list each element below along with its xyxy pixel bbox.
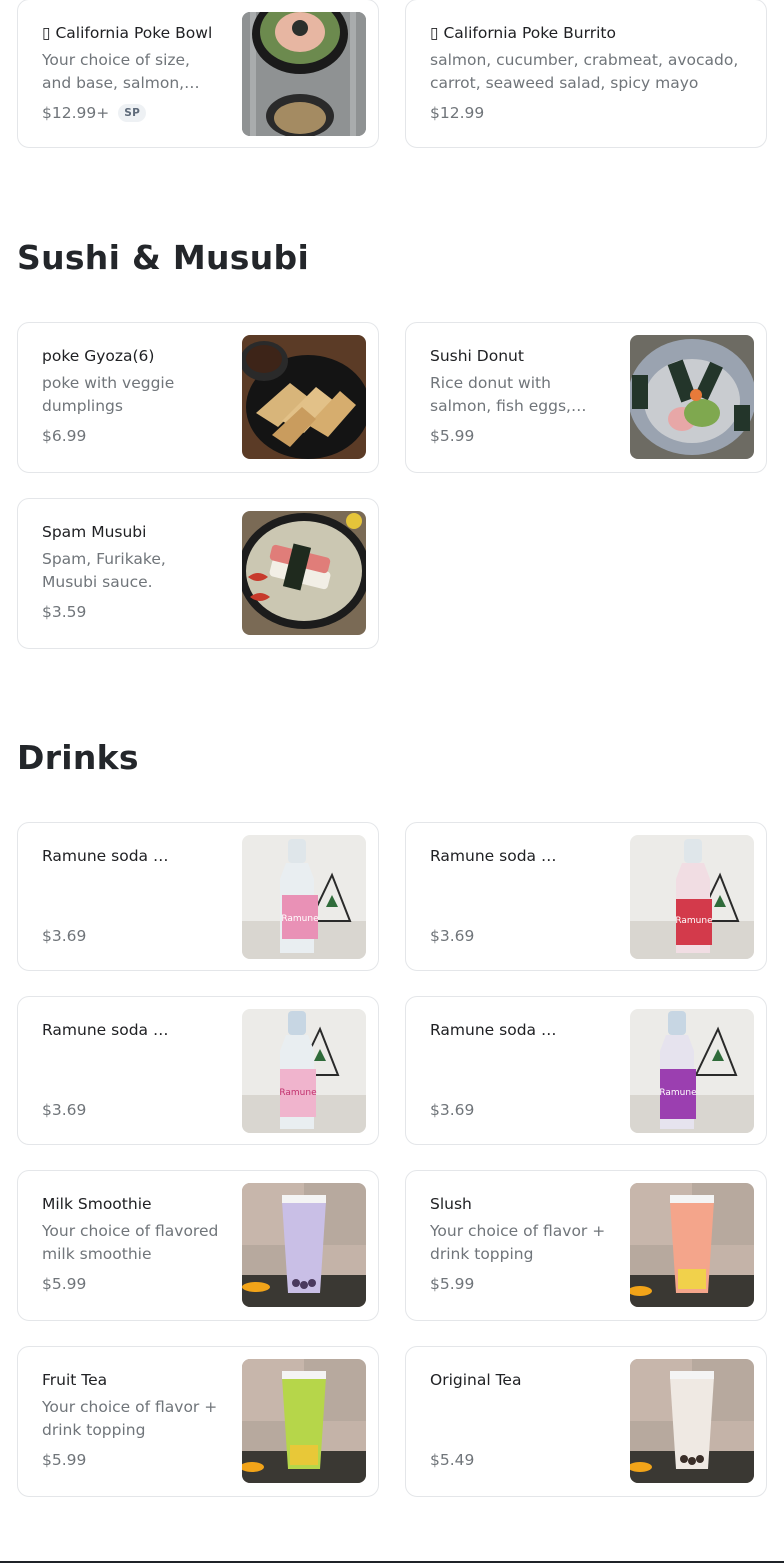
item-name: Original Tea <box>430 1371 522 1389</box>
item-price-row: $3.69 <box>42 926 86 946</box>
item-price-row: $3.69 <box>430 1100 474 1120</box>
item-name: Ramune soda Peach <box>42 847 172 865</box>
item-name: Ramune soda Strawberry <box>430 847 560 865</box>
item-price: $5.99 <box>430 1275 475 1293</box>
item-description: Your choice of size, and base, salmon, t… <box>42 51 190 92</box>
item-image <box>242 12 366 136</box>
item-description: salmon, cucumber, crabmeat, avocado, car… <box>430 51 739 92</box>
menu-item-card[interactable]: Ramune soda Peach $3.69 Ramune <box>17 822 379 971</box>
item-image <box>242 1183 366 1307</box>
item-price-row: $3.69 <box>42 1100 86 1120</box>
item-price: $3.69 <box>430 927 475 945</box>
item-price-row: $3.69 <box>430 926 474 946</box>
item-price: $12.99+ <box>42 104 110 122</box>
item-price: $3.69 <box>42 1101 87 1119</box>
item-name: Milk Smoothie <box>42 1195 152 1213</box>
menu-item-card[interactable]: Spam Musubi Spam, Furikake, Musubi sauce… <box>17 498 379 649</box>
item-description: Your choice of flavor + drink topping <box>430 1222 606 1263</box>
item-name: Fruit Tea <box>42 1371 108 1389</box>
svg-text:Ramune: Ramune <box>281 914 319 924</box>
item-name: Ramune soda Lychee <box>42 1021 172 1039</box>
item-price: $5.99 <box>42 1275 87 1293</box>
item-image <box>242 511 366 635</box>
item-price-row: $5.99 <box>42 1450 86 1470</box>
item-image <box>242 335 366 459</box>
item-name: Spam Musubi <box>42 523 147 541</box>
item-name: Ramune soda Grape <box>430 1021 560 1039</box>
svg-text:Ramune: Ramune <box>659 1088 697 1098</box>
item-price: $5.99 <box>430 427 475 445</box>
item-image <box>242 1359 366 1483</box>
item-price-row: $3.59 <box>42 602 86 622</box>
item-price-row: $5.99 <box>430 1274 474 1294</box>
svg-text:Ramune: Ramune <box>279 1088 317 1098</box>
item-description: Rice donut with salmon, fish eggs, avoca… <box>430 374 571 415</box>
item-price: $5.99 <box>42 1451 87 1469</box>
menu-item-card[interactable]: Ramune soda Strawberry $3.69 Ramune <box>405 822 767 971</box>
item-price-row: $5.99 <box>42 1274 86 1294</box>
menu-item-card[interactable]: Slush Your choice of flavor + drink topp… <box>405 1170 767 1321</box>
item-price: $12.99 <box>430 104 485 122</box>
item-image: Ramune <box>630 835 754 959</box>
item-description: poke with veggie dumplings <box>42 374 175 415</box>
item-price: $3.69 <box>42 927 87 945</box>
item-name: ▯ California Poke Bowl <box>42 24 213 42</box>
item-price-row: $5.49 <box>430 1450 474 1470</box>
section-title: Drinks <box>17 738 139 777</box>
menu-item-card[interactable]: Milk Smoothie Your choice of flavored mi… <box>17 1170 379 1321</box>
item-price: $3.69 <box>430 1101 475 1119</box>
item-price: $5.49 <box>430 1451 475 1469</box>
item-price-row: $6.99 <box>42 426 86 446</box>
item-price-row: $5.99 <box>430 426 474 446</box>
item-description: Your choice of flavored milk smoothie <box>42 1222 219 1263</box>
menu-item-card[interactable]: ▯ California Poke Bowl Your choice of si… <box>17 0 379 148</box>
item-name: Slush <box>430 1195 472 1213</box>
item-price-row: $12.99+ SP <box>42 103 147 123</box>
menu-item-card[interactable]: Fruit Tea Your choice of flavor + drink … <box>17 1346 379 1497</box>
item-name: ▯ California Poke Burrito <box>430 24 616 42</box>
item-image: Ramune <box>242 835 366 959</box>
menu-item-card[interactable]: ▯ California Poke Burrito salmon, cucumb… <box>405 0 767 148</box>
item-image: Ramune <box>242 1009 366 1133</box>
item-description: Your choice of flavor + drink topping <box>42 1398 218 1439</box>
item-name: poke Gyoza(6) <box>42 347 155 365</box>
section-title: Sushi & Musubi <box>17 238 310 277</box>
menu-item-card[interactable]: poke Gyoza(6) poke with veggie dumplings… <box>17 322 379 473</box>
item-image: Ramune <box>630 1009 754 1133</box>
item-name: Sushi Donut <box>430 347 524 365</box>
sp-badge: SP <box>118 104 147 122</box>
menu-item-card[interactable]: Sushi Donut Rice donut with salmon, fish… <box>405 322 767 473</box>
item-image <box>630 1359 754 1483</box>
bottom-divider <box>0 1561 784 1563</box>
item-price: $3.59 <box>42 603 87 621</box>
menu-item-card[interactable]: Ramune soda Lychee $3.69 Ramune <box>17 996 379 1145</box>
item-image <box>630 1183 754 1307</box>
item-description: Spam, Furikake, Musubi sauce. <box>42 550 166 591</box>
item-price: $6.99 <box>42 427 87 445</box>
menu-item-card[interactable]: Original Tea $5.49 <box>405 1346 767 1497</box>
menu-item-card[interactable]: Ramune soda Grape $3.69 Ramune <box>405 996 767 1145</box>
item-image <box>630 335 754 459</box>
item-price-row: $12.99 <box>430 103 484 123</box>
svg-text:Ramune: Ramune <box>675 916 713 926</box>
